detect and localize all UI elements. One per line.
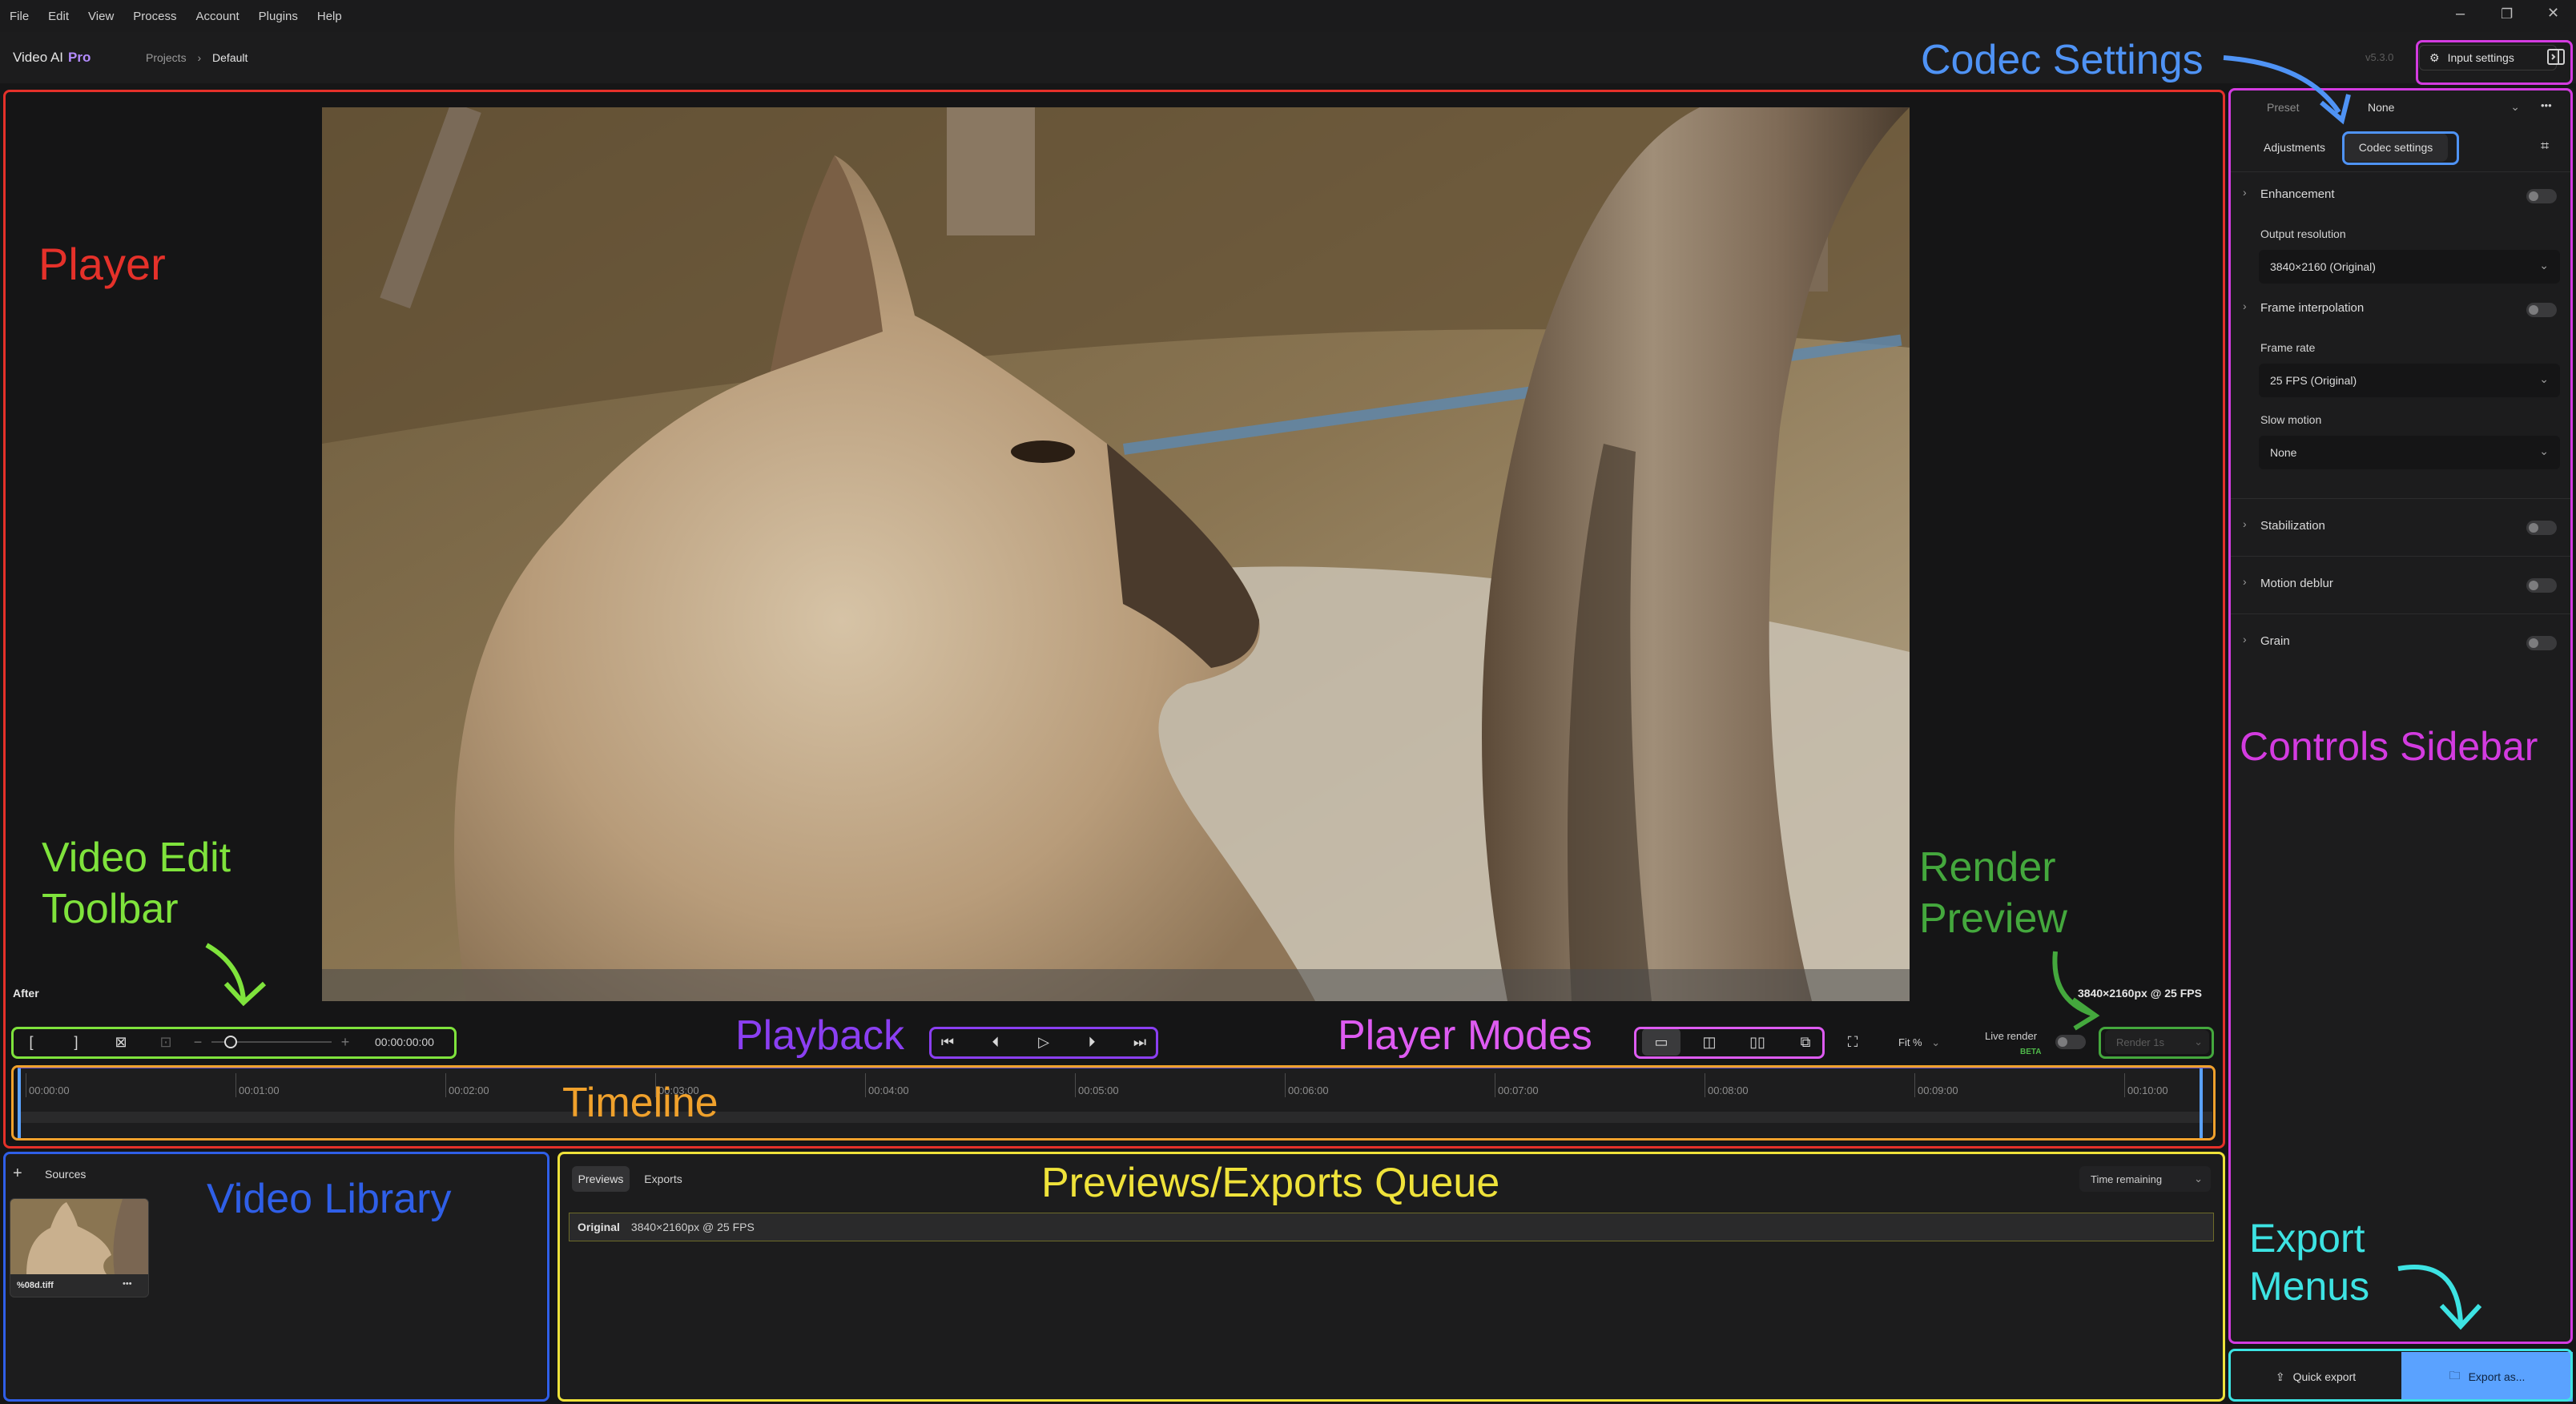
render-arrow-head	[2071, 997, 2100, 1031]
toolbar-arrow	[205, 943, 246, 1000]
annotation-arrows	[205, 55, 2482, 1330]
render-arrow	[2052, 951, 2094, 1016]
toolbar-arrow-head	[223, 981, 267, 1007]
